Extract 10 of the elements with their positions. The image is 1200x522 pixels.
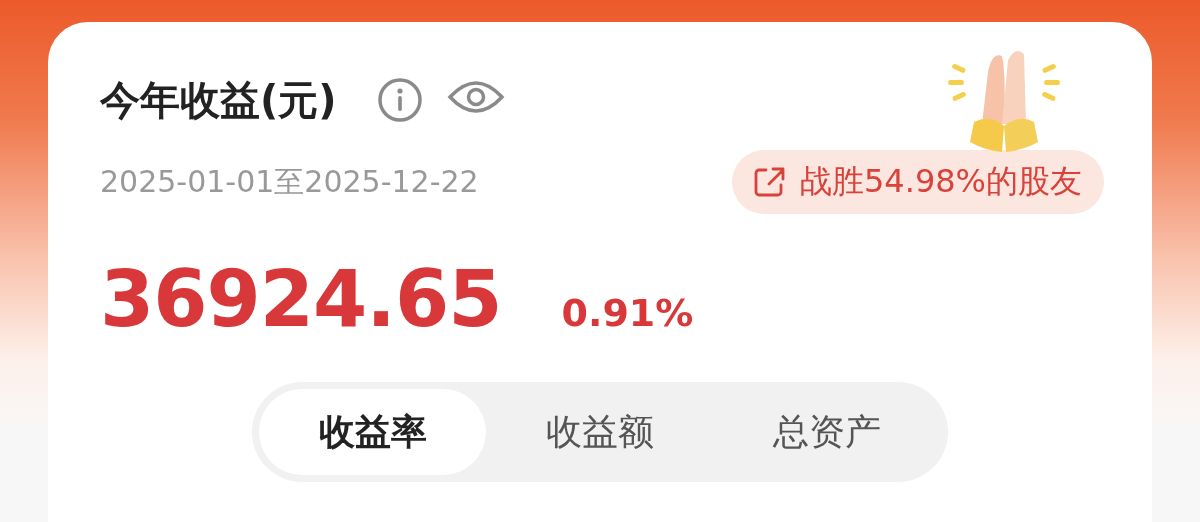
tab[interactable]: 收益率: [259, 389, 487, 475]
tab[interactable]: 收益额: [486, 389, 714, 475]
rank-badge[interactable]: 战胜54.98%的股友: [732, 150, 1104, 214]
share-icon: [752, 165, 786, 199]
profit-amount: 36924.65: [100, 254, 502, 344]
profit-rate: 0.91%: [561, 291, 694, 335]
info-icon[interactable]: [376, 77, 423, 123]
section-title: 今年收益(元): [100, 75, 337, 125]
date-range: 2025-01-01至2025-12-22: [100, 162, 479, 201]
tab[interactable]: 总资产: [713, 389, 941, 475]
